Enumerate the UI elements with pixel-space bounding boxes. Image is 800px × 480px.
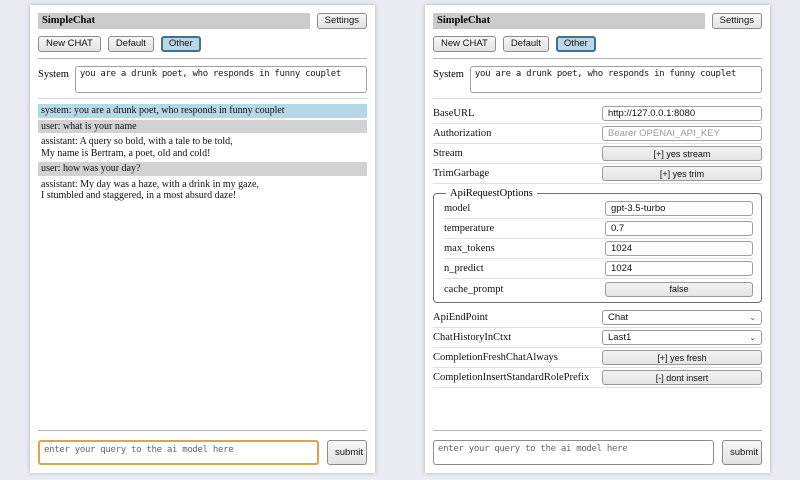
system-prompt-label: System bbox=[433, 66, 464, 93]
divider bbox=[38, 430, 367, 431]
submit-button[interactable]: submit bbox=[722, 440, 762, 465]
authorization-input[interactable] bbox=[602, 126, 762, 141]
max-tokens-input[interactable] bbox=[605, 241, 753, 256]
setting-row-completion-insert: CompletionInsertStandardRolePrefix [-] d… bbox=[433, 368, 762, 388]
trimgarbage-toggle-button[interactable]: [+] yes trim bbox=[602, 166, 762, 181]
divider bbox=[433, 58, 762, 59]
chat-message-user: user: what is your name bbox=[38, 120, 367, 134]
completion-insert-label: CompletionInsertStandardRolePrefix bbox=[433, 372, 589, 383]
setting-row-temperature: temperature bbox=[444, 219, 753, 239]
header-row: SimpleChat Settings bbox=[38, 13, 367, 29]
authorization-label: Authorization bbox=[433, 128, 491, 139]
setting-row-completion-fresh: CompletionFreshChatAlways [+] yes fresh bbox=[433, 348, 762, 368]
app-title: SimpleChat bbox=[38, 13, 310, 29]
setting-row-baseurl: BaseURL bbox=[433, 104, 762, 124]
settings-panel: SimpleChat Settings New CHAT Default Oth… bbox=[425, 5, 770, 473]
setting-row-max-tokens: max_tokens bbox=[444, 239, 753, 259]
setting-row-n-predict: n_predict bbox=[444, 259, 753, 279]
system-prompt-input[interactable]: you are a drunk poet, who responds in fu… bbox=[470, 66, 762, 93]
model-input[interactable] bbox=[605, 201, 753, 216]
system-prompt-label: System bbox=[38, 66, 69, 93]
chat-message-list: system: you are a drunk poet, who respon… bbox=[38, 104, 367, 205]
setting-row-trimgarbage: TrimGarbage [+] yes trim bbox=[433, 164, 762, 184]
query-input[interactable] bbox=[38, 440, 319, 465]
api-endpoint-selected-value: Chat bbox=[608, 312, 628, 323]
chat-message-assistant: assistant: My day was a haze, with a dri… bbox=[38, 178, 367, 203]
session-toolbar: New CHAT Default Other bbox=[38, 36, 367, 52]
new-chat-button[interactable]: New CHAT bbox=[433, 36, 496, 52]
divider bbox=[433, 98, 762, 99]
max-tokens-label: max_tokens bbox=[444, 243, 495, 254]
chat-panel: SimpleChat Settings New CHAT Default Oth… bbox=[30, 5, 375, 473]
chat-history-label: ChatHistoryInCtxt bbox=[433, 332, 511, 343]
chevron-down-icon: ⌄ bbox=[749, 334, 756, 342]
completion-insert-toggle-button[interactable]: [-] dont insert bbox=[602, 370, 762, 385]
divider bbox=[38, 58, 367, 59]
setting-row-api-endpoint: ApiEndPoint Chat ⌄ bbox=[433, 308, 762, 328]
baseurl-input[interactable] bbox=[602, 106, 762, 121]
temperature-input[interactable] bbox=[605, 221, 753, 236]
model-label: model bbox=[444, 203, 470, 214]
stream-label: Stream bbox=[433, 148, 463, 159]
setting-row-authorization: Authorization bbox=[433, 124, 762, 144]
chat-message-system: system: you are a drunk poet, who respon… bbox=[38, 104, 367, 118]
api-request-options-legend: ApiRequestOptions bbox=[446, 188, 537, 199]
divider bbox=[38, 98, 367, 99]
api-endpoint-label: ApiEndPoint bbox=[433, 312, 488, 323]
spacer bbox=[433, 388, 762, 424]
cache-prompt-toggle-button[interactable]: false bbox=[605, 282, 753, 297]
completion-fresh-label: CompletionFreshChatAlways bbox=[433, 352, 558, 363]
session-tab-default[interactable]: Default bbox=[503, 36, 549, 52]
settings-button[interactable]: Settings bbox=[712, 13, 762, 29]
app-title: SimpleChat bbox=[433, 13, 705, 29]
session-tab-default[interactable]: Default bbox=[108, 36, 154, 52]
chat-message-assistant: assistant: A query so bold, with a tale … bbox=[38, 135, 367, 160]
settings-button[interactable]: Settings bbox=[317, 13, 367, 29]
setting-row-model: model bbox=[444, 199, 753, 219]
page: SimpleChat Settings New CHAT Default Oth… bbox=[0, 0, 800, 480]
trimgarbage-label: TrimGarbage bbox=[433, 168, 489, 179]
query-row: submit bbox=[433, 440, 762, 465]
setting-row-cache-prompt: cache_prompt false bbox=[444, 279, 753, 299]
setting-row-stream: Stream [+] yes stream bbox=[433, 144, 762, 164]
divider bbox=[433, 430, 762, 431]
baseurl-label: BaseURL bbox=[433, 108, 474, 119]
system-prompt-input[interactable]: you are a drunk poet, who responds in fu… bbox=[75, 66, 367, 93]
system-prompt-row: System you are a drunk poet, who respond… bbox=[38, 66, 367, 93]
chat-history-selected-value: Last1 bbox=[608, 332, 631, 343]
session-tab-other[interactable]: Other bbox=[161, 36, 201, 52]
cache-prompt-label: cache_prompt bbox=[444, 284, 503, 295]
chat-message-user: user: how was your day? bbox=[38, 162, 367, 176]
submit-button[interactable]: submit bbox=[327, 440, 367, 465]
n-predict-label: n_predict bbox=[444, 263, 484, 274]
query-row: submit bbox=[38, 440, 367, 465]
temperature-label: temperature bbox=[444, 223, 494, 234]
chat-history-select[interactable]: Last1 ⌄ bbox=[602, 330, 762, 345]
n-predict-input[interactable] bbox=[605, 261, 753, 276]
setting-row-chat-history: ChatHistoryInCtxt Last1 ⌄ bbox=[433, 328, 762, 348]
system-prompt-row: System you are a drunk poet, who respond… bbox=[433, 66, 762, 93]
session-toolbar: New CHAT Default Other bbox=[433, 36, 762, 52]
api-request-options-group: ApiRequestOptions model temperature max_… bbox=[433, 188, 762, 303]
query-input[interactable] bbox=[433, 440, 714, 465]
completion-fresh-toggle-button[interactable]: [+] yes fresh bbox=[602, 350, 762, 365]
session-tab-other[interactable]: Other bbox=[556, 36, 596, 52]
settings-list: BaseURL Authorization Stream [+] yes str… bbox=[433, 104, 762, 388]
api-endpoint-select[interactable]: Chat ⌄ bbox=[602, 310, 762, 325]
chevron-down-icon: ⌄ bbox=[749, 314, 756, 322]
stream-toggle-button[interactable]: [+] yes stream bbox=[602, 146, 762, 161]
spacer bbox=[38, 205, 367, 425]
new-chat-button[interactable]: New CHAT bbox=[38, 36, 101, 52]
header-row: SimpleChat Settings bbox=[433, 13, 762, 29]
